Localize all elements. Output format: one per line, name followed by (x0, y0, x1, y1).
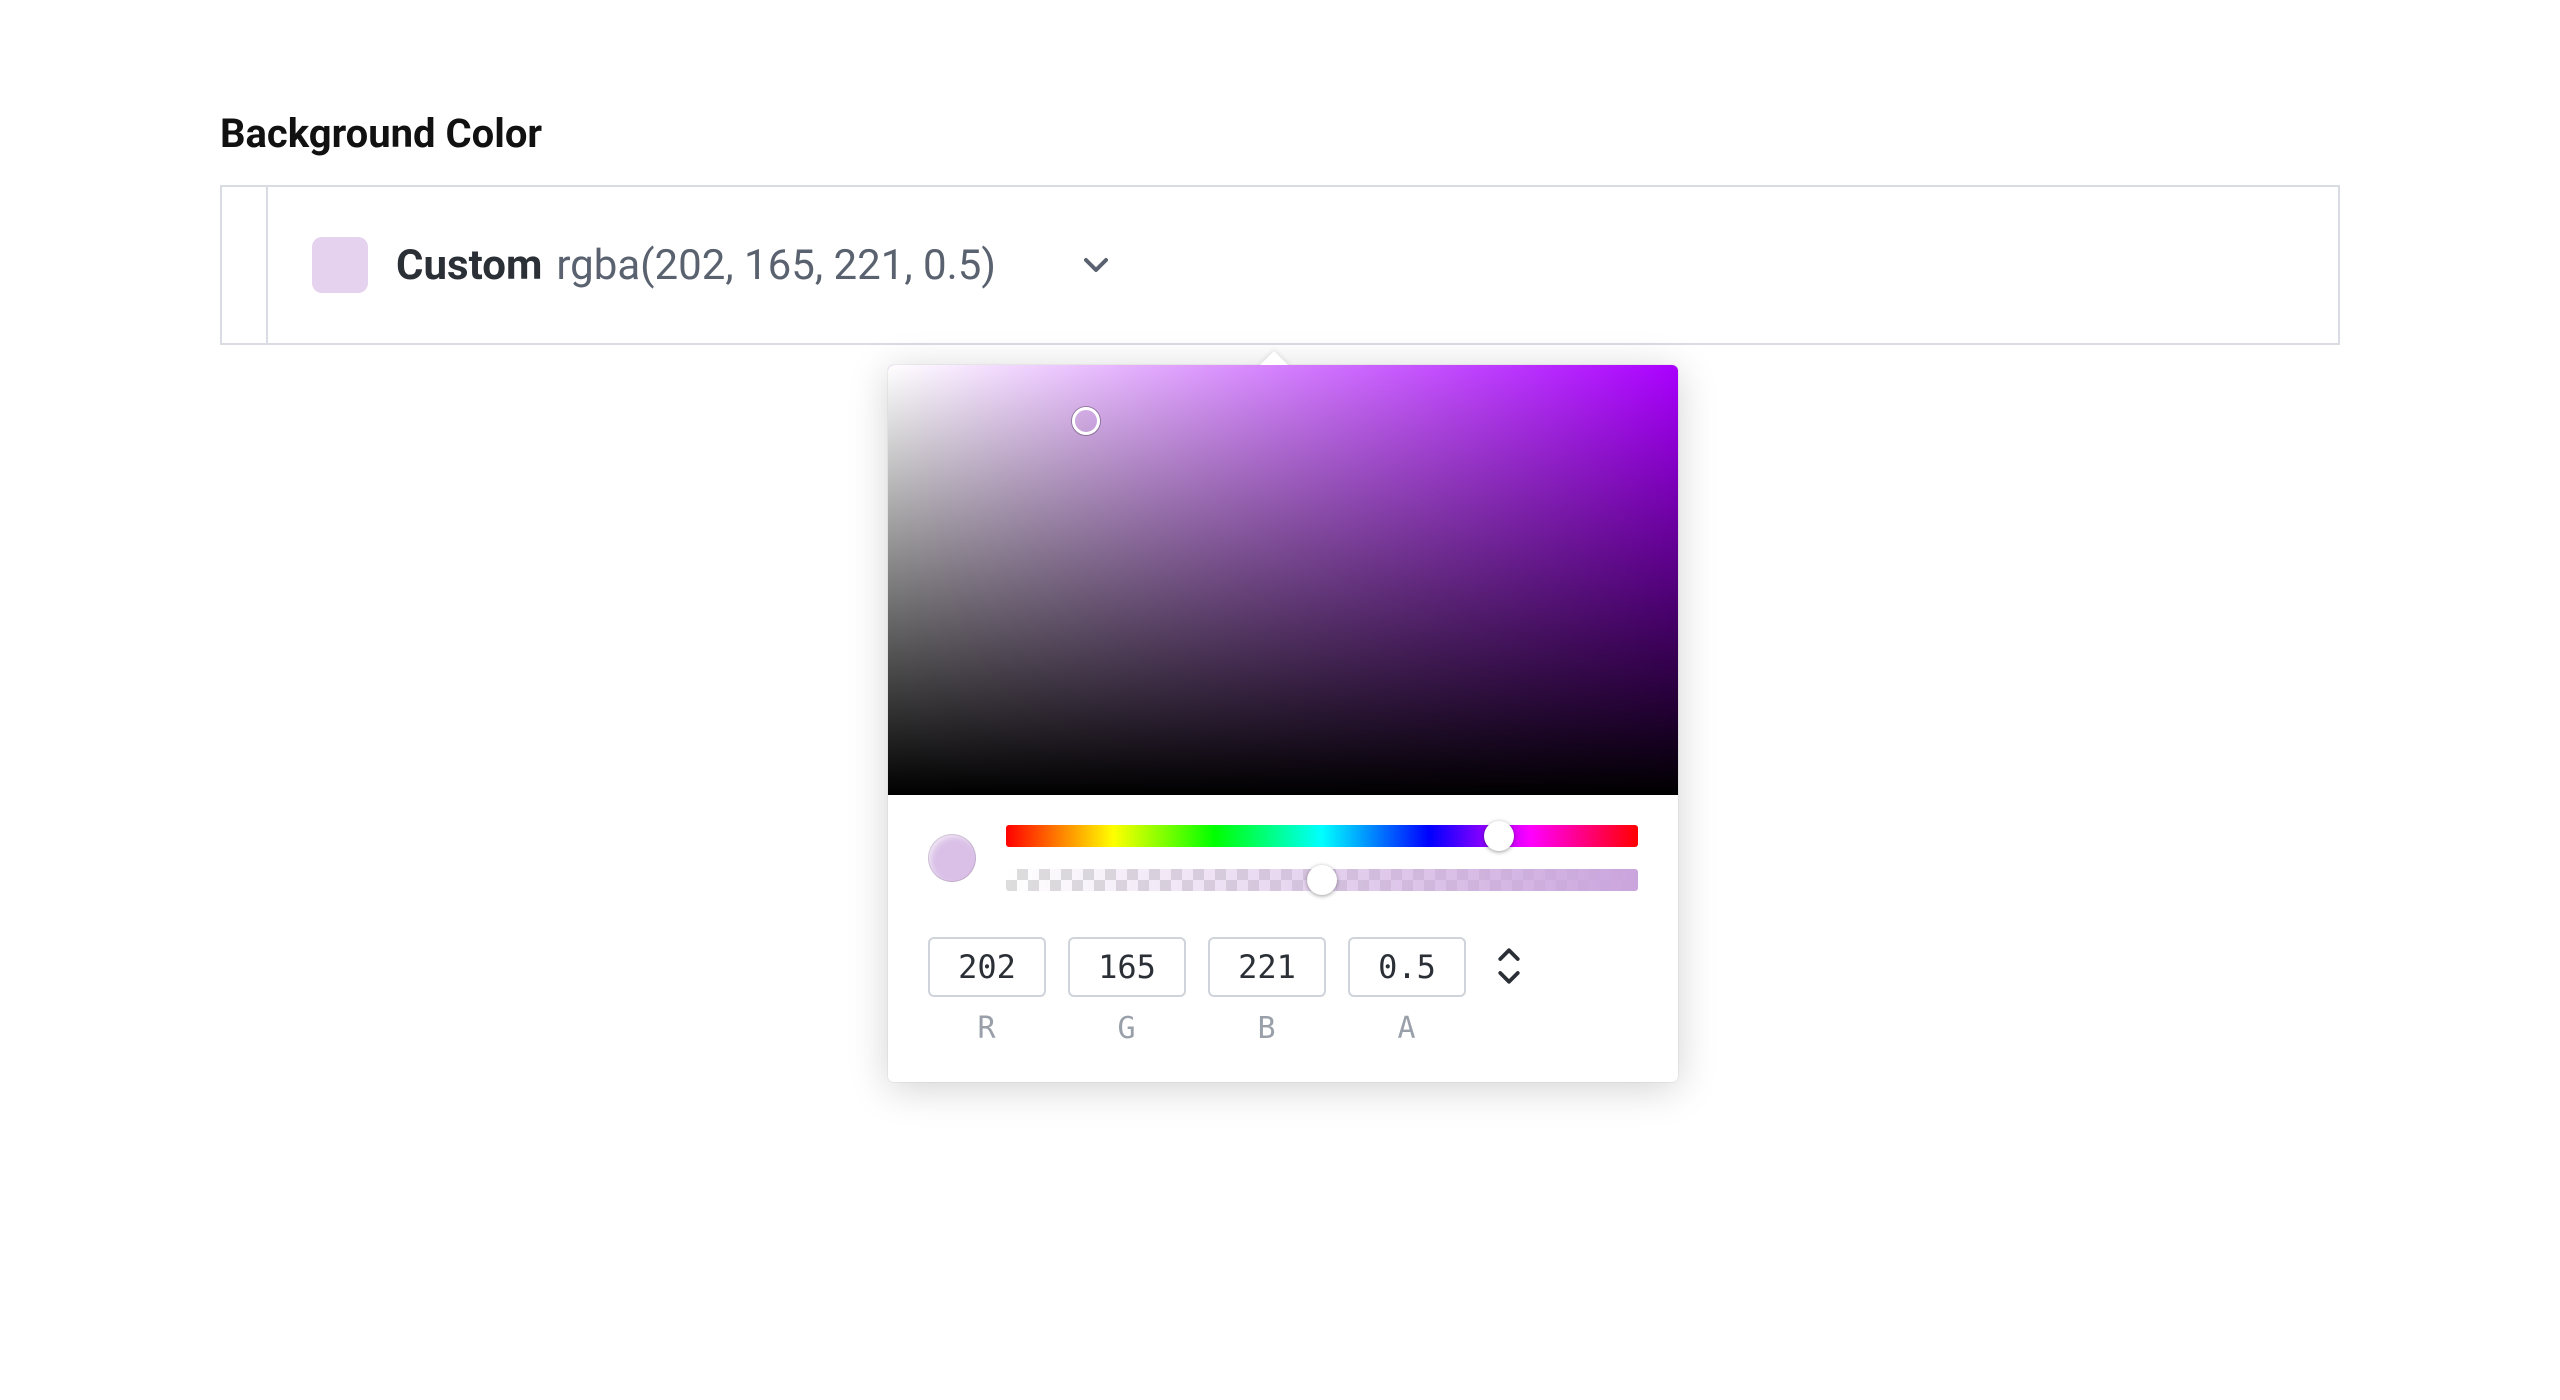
select-text: Custom rgba(202, 165, 221, 0.5) (396, 241, 996, 290)
channel-b-input[interactable] (1208, 937, 1326, 997)
color-picker-popover: R G B A (888, 365, 1678, 1082)
chevron-down-icon (1494, 967, 1524, 989)
color-swatch (312, 237, 368, 293)
channel-inputs-row: R G B A (928, 937, 1638, 1046)
channel-a-col: A (1348, 937, 1466, 1046)
saturation-black-gradient (888, 365, 1678, 795)
chevron-up-icon (1494, 943, 1524, 965)
picker-controls: R G B A (888, 795, 1678, 1082)
select-chevron[interactable] (1076, 245, 1116, 285)
sliders-row (928, 825, 1638, 891)
select-value-text: rgba(202, 165, 221, 0.5) (556, 241, 996, 290)
alpha-slider-thumb[interactable] (1307, 865, 1337, 895)
channel-a-label: A (1397, 1011, 1416, 1046)
color-preview-circle (928, 834, 976, 882)
channel-a-input[interactable] (1348, 937, 1466, 997)
channel-b-col: B (1208, 937, 1326, 1046)
select-mode-label: Custom (396, 241, 542, 290)
hue-slider-thumb[interactable] (1484, 821, 1514, 851)
channel-g-col: G (1068, 937, 1186, 1046)
chevron-down-icon (1076, 245, 1116, 285)
channel-r-label: R (977, 1011, 996, 1046)
saturation-cursor[interactable] (1072, 407, 1100, 435)
channel-r-input[interactable] (928, 937, 1046, 997)
channel-g-input[interactable] (1068, 937, 1186, 997)
background-color-select[interactable]: Custom rgba(202, 165, 221, 0.5) (266, 185, 2340, 345)
sliders (1006, 825, 1638, 891)
channel-b-label: B (1257, 1011, 1276, 1046)
channel-r-col: R (928, 937, 1046, 1046)
field-label: Background Color (220, 110, 2340, 157)
saturation-area[interactable] (888, 365, 1678, 795)
channel-g-label: G (1117, 1011, 1136, 1046)
color-mode-toggle[interactable] (1494, 937, 1524, 989)
alpha-slider[interactable] (1006, 869, 1638, 891)
background-color-field: Custom rgba(202, 165, 221, 0.5) (220, 185, 2340, 345)
hue-slider[interactable] (1006, 825, 1638, 847)
field-adjunct-stub (220, 185, 266, 345)
